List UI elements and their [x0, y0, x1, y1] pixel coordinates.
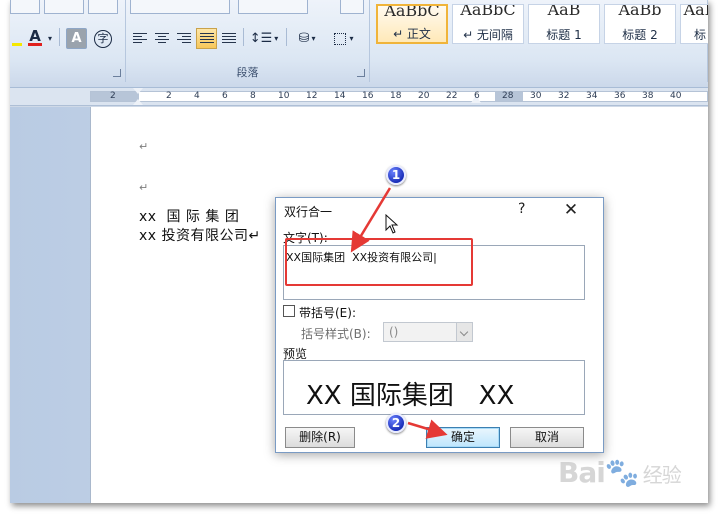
- arrow-to-ok: [407, 419, 448, 439]
- watermark-sub: 经验: [642, 463, 682, 487]
- step-badge-2: 2: [386, 413, 406, 433]
- paw-icon: 🐾: [604, 456, 640, 489]
- mouse-pointer-icon: [385, 214, 399, 234]
- watermark-brand: Bai: [558, 456, 606, 489]
- screenshot-frame: A ▾ A 字 ↕☰ ▾ ⛁ ▾ ▾ 段落 AaBbC ↵ 正文 AaBbC ↵…: [10, 0, 708, 503]
- watermark: Bai🐾 经验: [558, 456, 682, 489]
- annotation-arrows: [350, 187, 448, 439]
- step-badge-1: 1: [386, 165, 406, 185]
